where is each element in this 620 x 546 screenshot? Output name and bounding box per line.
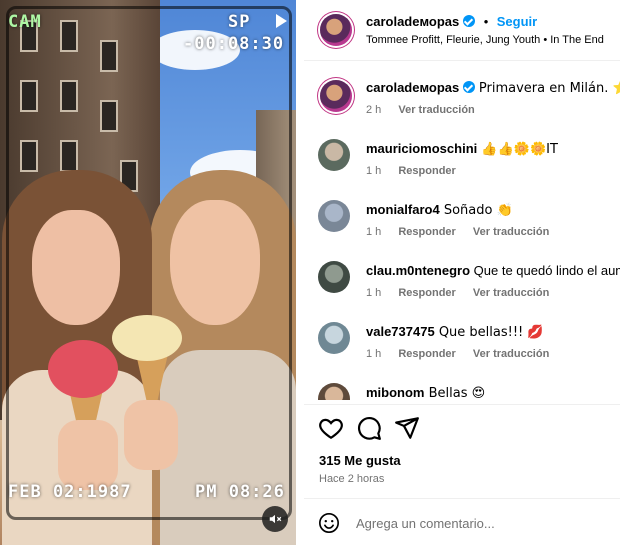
- translate-link[interactable]: Ver traducción: [473, 348, 549, 360]
- comment-time: 1 h: [366, 226, 382, 238]
- comment-avatar[interactable]: [318, 261, 350, 293]
- caption-avatar[interactable]: [320, 80, 352, 112]
- camcorder-clock: PM 08:26: [195, 482, 285, 502]
- post-side-panel: caroladeморas • Seguir Tommee Profitt, F…: [304, 0, 620, 545]
- caption-text: caroladeморas Primavera en Milán. ⭐: [366, 80, 620, 96]
- caption-body: Primavera en Milán. ⭐: [478, 81, 620, 96]
- comment-text: monialfaro4 Soñado 👏: [366, 202, 513, 218]
- caption: caroladeморas Primavera en Milán. ⭐ 2 h …: [304, 76, 620, 126]
- comment-item: clau.m0ntenegro Que te quedó lindo el au…: [304, 259, 620, 315]
- cam-label: CAM: [8, 12, 42, 32]
- caption-translate-link[interactable]: Ver traducción: [398, 104, 474, 116]
- separator-dot: •: [483, 14, 489, 29]
- reply-button[interactable]: Responder: [398, 226, 455, 238]
- author-avatar[interactable]: [320, 14, 352, 46]
- add-comment-input[interactable]: Agrega un comentario...: [356, 516, 495, 531]
- verified-badge-icon: [463, 15, 476, 27]
- comment-meta: 1 h Responder Ver traducción: [366, 226, 563, 238]
- comment-avatar[interactable]: [318, 200, 350, 232]
- comment-meta: 1 h Responder Ver traducción: [366, 287, 563, 299]
- comment-item: vale737475 Que bellas!!! 💋 1 h Responder…: [304, 320, 620, 376]
- comment-body: Bellas 😍: [424, 386, 486, 400]
- comment-body: Que te quedó lindo el aum: [470, 263, 620, 278]
- mute-button[interactable]: [262, 506, 288, 532]
- comment-text: clau.m0ntenegro Que te quedó lindo el au…: [366, 263, 620, 278]
- comment-body: Soñado 👏: [439, 203, 513, 218]
- comments-list[interactable]: caroladeморas Primavera en Milán. ⭐ 2 h …: [304, 62, 620, 400]
- comment-time: 1 h: [366, 287, 382, 299]
- comment-body: 👍👍🌼🌼IT: [477, 142, 558, 157]
- translate-link[interactable]: Ver traducción: [473, 226, 549, 238]
- comment-text: mibonom Bellas 😍: [366, 385, 485, 400]
- comment-avatar[interactable]: [318, 322, 350, 354]
- follow-button[interactable]: Seguir: [497, 14, 537, 29]
- reply-button[interactable]: Responder: [398, 287, 455, 299]
- post-actions-bar: [304, 404, 620, 449]
- share-icon[interactable]: [394, 415, 420, 441]
- speaker-muted-icon: [269, 514, 282, 524]
- music-info[interactable]: Tommee Profitt, Fleurie, Jung Youth • In…: [366, 34, 604, 46]
- comment-item: mibonom Bellas 😍: [304, 381, 620, 400]
- likes-count[interactable]: 315 Me gusta: [319, 453, 401, 468]
- comment-username[interactable]: clau.m0ntenegro: [366, 263, 470, 278]
- comment-username[interactable]: monialfaro4: [366, 202, 440, 217]
- comment-meta: 1 h Responder: [366, 165, 470, 177]
- play-indicator-icon: [276, 14, 287, 28]
- comment-avatar[interactable]: [318, 139, 350, 171]
- post-header: caroladeморas • Seguir Tommee Profitt, F…: [304, 0, 620, 61]
- reply-button[interactable]: Responder: [398, 165, 455, 177]
- comment-text: vale737475 Que bellas!!! 💋: [366, 324, 544, 340]
- camcorder-timer: -00:08:30: [183, 34, 285, 54]
- comment-time: 1 h: [366, 165, 382, 177]
- comment-username[interactable]: mibonom: [366, 385, 425, 400]
- comment-username[interactable]: vale737475: [366, 324, 435, 339]
- comment-body: Que bellas!!! 💋: [434, 325, 544, 340]
- add-comment-bar: Agrega un comentario...: [304, 498, 620, 546]
- author-username[interactable]: caroladeморas: [366, 14, 459, 29]
- post-media[interactable]: CAM SP -00:08:30 FEB 02:1987 PM 08:26: [0, 0, 296, 545]
- camcorder-date: FEB 02:1987: [8, 482, 132, 502]
- caption-username[interactable]: caroladeморas: [366, 80, 459, 95]
- comment-username[interactable]: mauriciomoschini: [366, 141, 477, 156]
- comment-time: 1 h: [366, 348, 382, 360]
- comment-item: monialfaro4 Soñado 👏 1 h Responder Ver t…: [304, 198, 620, 254]
- heart-icon[interactable]: [318, 415, 344, 441]
- sp-label: SP: [228, 12, 251, 32]
- post-age: Hace 2 horas: [319, 473, 385, 485]
- comment-meta: 1 h Responder Ver traducción: [366, 348, 563, 360]
- translate-link[interactable]: Ver traducción: [473, 287, 549, 299]
- comment-avatar[interactable]: [318, 383, 350, 400]
- caption-meta: 2 h Ver traducción: [366, 104, 489, 116]
- author-line: caroladeморas • Seguir: [366, 13, 537, 31]
- camcorder-frame: [6, 6, 292, 520]
- comment-icon[interactable]: [356, 415, 382, 441]
- emoji-smile-icon[interactable]: [318, 512, 340, 534]
- comment-item: mauriciomoschini 👍👍🌼🌼IT 1 h Responder: [304, 137, 620, 193]
- verified-badge-icon: [463, 81, 476, 93]
- comment-text: mauriciomoschini 👍👍🌼🌼IT: [366, 141, 558, 157]
- caption-time: 2 h: [366, 104, 382, 116]
- reply-button[interactable]: Responder: [398, 348, 455, 360]
